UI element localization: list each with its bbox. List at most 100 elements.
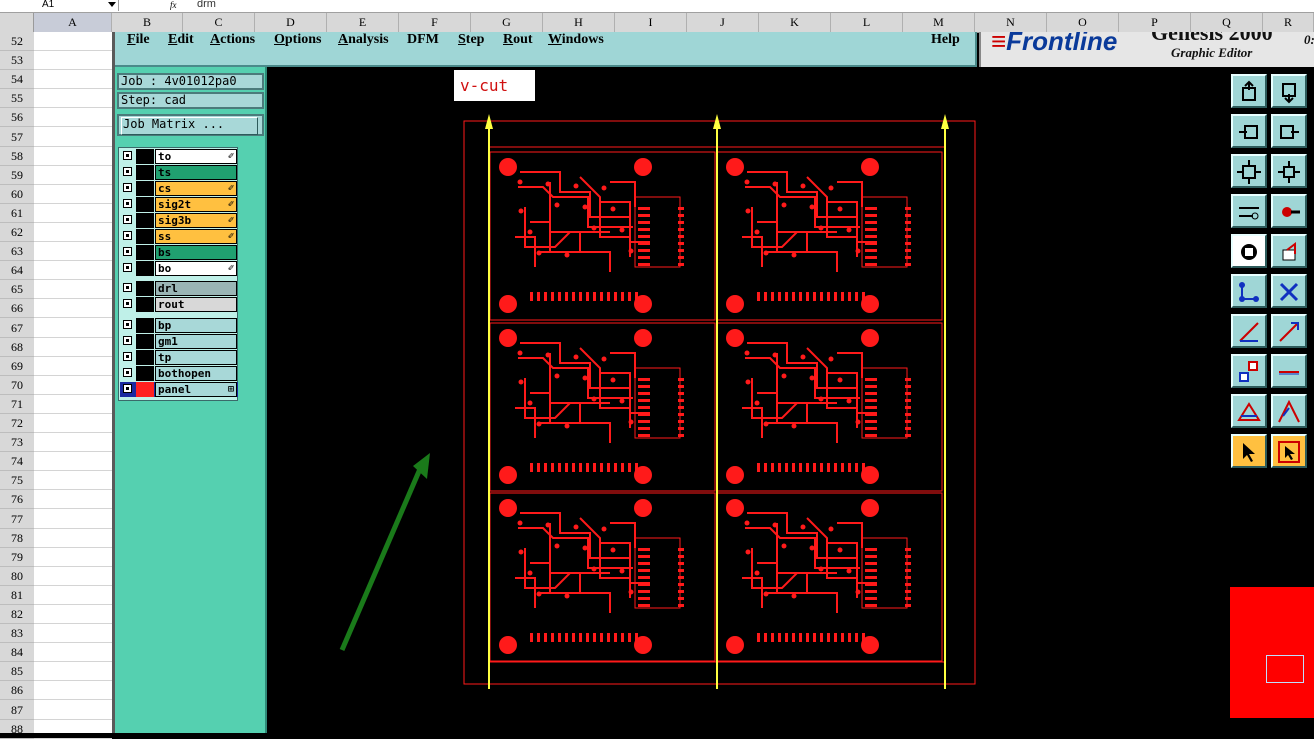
row-header-57[interactable]: 57 — [0, 128, 34, 147]
cell-a56[interactable] — [34, 108, 112, 128]
layer-checkbox[interactable] — [123, 247, 132, 256]
menu-edit[interactable]: Edit — [168, 32, 194, 48]
layer-checkbox[interactable] — [123, 368, 132, 377]
cell-a81[interactable] — [34, 586, 112, 605]
layer-row-rout[interactable]: rout — [120, 297, 238, 312]
cell-a83[interactable] — [34, 624, 112, 644]
overview-viewport[interactable] — [1266, 655, 1304, 683]
menu-help[interactable]: Help — [931, 32, 960, 48]
row-header-63[interactable]: 63 — [0, 242, 34, 262]
row-header-71[interactable]: 71 — [0, 395, 34, 414]
layer-checkbox[interactable] — [123, 199, 132, 208]
row-header-52[interactable]: 52 — [0, 32, 34, 51]
column-header-q[interactable]: Q — [1191, 13, 1263, 32]
row-header-85[interactable]: 85 — [0, 662, 34, 682]
row-header-59[interactable]: 59 — [0, 166, 34, 185]
layer-checkbox[interactable] — [123, 151, 132, 160]
select-all-corner[interactable] — [0, 13, 34, 32]
layer-name[interactable]: cs ✐ — [155, 181, 237, 196]
cell-a62[interactable] — [34, 223, 112, 242]
cell-a74[interactable] — [34, 452, 112, 472]
pad-tool[interactable] — [1231, 354, 1267, 388]
row-header-68[interactable]: 68 — [0, 338, 34, 357]
move-down-tool[interactable] — [1271, 74, 1307, 108]
row-header-87[interactable]: 87 — [0, 701, 34, 720]
cell-a59[interactable] — [34, 166, 112, 185]
layer-checkbox[interactable] — [123, 215, 132, 224]
column-header-a[interactable]: A — [34, 13, 112, 32]
row-header-81[interactable]: 81 — [0, 586, 34, 605]
layer-name[interactable]: bp — [155, 318, 237, 333]
row-header-75[interactable]: 75 — [0, 471, 34, 491]
line-tool[interactable] — [1231, 314, 1267, 348]
layer-name[interactable]: ss ✐ — [155, 229, 237, 244]
formula-input[interactable]: drm — [197, 0, 216, 10]
triangle-tool[interactable] — [1231, 394, 1267, 428]
cell-a71[interactable] — [34, 395, 112, 414]
layer-row-bo[interactable]: bo ✐ — [120, 261, 238, 276]
move-up-tool[interactable] — [1231, 74, 1267, 108]
row-header-56[interactable]: 56 — [0, 108, 34, 128]
row-header-55[interactable]: 55 — [0, 89, 34, 109]
angle-tool[interactable] — [1271, 394, 1307, 428]
cell-a64[interactable] — [34, 261, 112, 281]
row-header-73[interactable]: 73 — [0, 433, 34, 453]
layer-color-swatch[interactable] — [136, 297, 154, 312]
layer-name[interactable]: rout — [155, 297, 237, 312]
layer-name[interactable]: gm1 — [155, 334, 237, 349]
row-header-76[interactable]: 76 — [0, 490, 34, 510]
layer-name[interactable]: bothopen — [155, 366, 237, 381]
layer-row-to[interactable]: to ✐ — [120, 149, 238, 164]
layer-select-tool[interactable] — [1271, 234, 1307, 268]
row-header-61[interactable]: 61 — [0, 204, 34, 223]
column-header-m[interactable]: M — [903, 13, 975, 32]
layer-name[interactable]: bo ✐ — [155, 261, 237, 276]
column-header-h[interactable]: H — [543, 13, 615, 32]
layer-checkbox[interactable] — [123, 231, 132, 240]
overview-pane[interactable] — [1230, 587, 1314, 718]
cell-a66[interactable] — [34, 299, 112, 319]
row-header-69[interactable]: 69 — [0, 357, 34, 376]
column-header-p[interactable]: P — [1119, 13, 1191, 32]
row-header-80[interactable]: 80 — [0, 567, 34, 586]
column-a-cells[interactable] — [34, 32, 112, 739]
row-header-83[interactable]: 83 — [0, 624, 34, 644]
layer-color-swatch[interactable] — [136, 197, 154, 212]
row-header-62[interactable]: 62 — [0, 223, 34, 242]
cell-a69[interactable] — [34, 357, 112, 376]
layer-checkbox[interactable] — [123, 283, 132, 292]
layer-checkbox[interactable] — [123, 299, 132, 308]
layer-checkbox[interactable] — [123, 336, 132, 345]
cell-a67[interactable] — [34, 319, 112, 338]
layer-row-cs[interactable]: cs ✐ — [120, 181, 238, 196]
cell-a80[interactable] — [34, 567, 112, 586]
menu-analysis[interactable]: Analysis — [338, 32, 389, 48]
pointer-box-tool[interactable] — [1271, 434, 1307, 468]
cell-a53[interactable] — [34, 51, 112, 71]
layer-name[interactable]: ts — [155, 165, 237, 180]
row-header-66[interactable]: 66 — [0, 299, 34, 319]
menu-dfm[interactable]: DFM — [407, 32, 439, 48]
cell-a57[interactable] — [34, 128, 112, 147]
cell-a87[interactable] — [34, 701, 112, 720]
cell-a70[interactable] — [34, 376, 112, 395]
column-header-d[interactable]: D — [255, 13, 327, 32]
delete-point-tool[interactable] — [1271, 194, 1307, 228]
cell-a61[interactable] — [34, 204, 112, 223]
layer-color-swatch[interactable] — [136, 181, 154, 196]
layer-color-swatch[interactable] — [136, 318, 154, 333]
menu-rout[interactable]: Rout — [503, 32, 533, 48]
cell-a79[interactable] — [34, 548, 112, 567]
layer-color-swatch[interactable] — [136, 281, 154, 296]
column-header-k[interactable]: K — [759, 13, 831, 32]
layer-checkbox[interactable] — [123, 183, 132, 192]
column-header-n[interactable]: N — [975, 13, 1047, 32]
row-header-88[interactable]: 88 — [0, 720, 34, 739]
column-header-b[interactable]: B — [112, 13, 183, 32]
menu-windows[interactable]: Windows — [548, 32, 604, 48]
layer-checkbox[interactable] — [123, 352, 132, 361]
row-header-58[interactable]: 58 — [0, 147, 34, 166]
column-header-e[interactable]: E — [327, 13, 399, 32]
layer-color-swatch[interactable] — [136, 229, 154, 244]
cell-a54[interactable] — [34, 70, 112, 90]
